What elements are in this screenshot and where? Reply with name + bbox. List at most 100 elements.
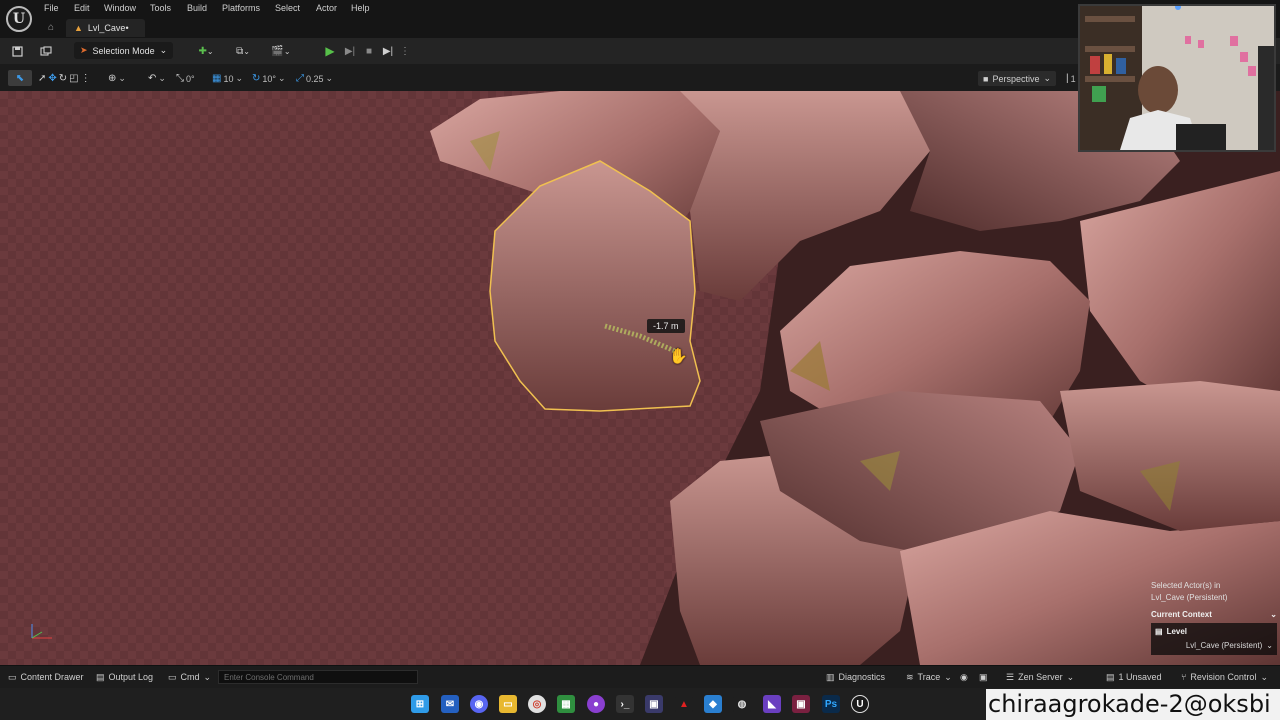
scale-icon[interactable]: ◰ [69,73,78,84]
perspective-dropdown[interactable]: ■ Perspective ⌄ [978,71,1057,86]
more-icon[interactable]: ⋮ [81,73,91,84]
record-icon[interactable]: ◉ [960,670,968,684]
app-icon[interactable]: ◍ [733,695,751,713]
selected-actor-panel: Selected Actor(s) in Lvl_Cave (Persisten… [1151,580,1277,655]
pointer-icon[interactable]: ➚ [38,73,46,84]
menu-window[interactable]: Window [104,3,136,13]
editor-icon[interactable]: ▣ [645,695,663,713]
watermark-text: chiraagrokade-2@oksbi [986,689,1280,720]
trace-icon: ≋ [906,671,914,682]
output-log-button[interactable]: ▤ Output Log [96,670,153,684]
vscode-icon[interactable]: ◆ [704,695,722,713]
mail-app-icon[interactable]: ✉ [441,695,459,713]
unsaved-icon: ▤ [1106,671,1115,682]
transform-tools: ➚ ✥ ↻ ◰ ⋮ [38,72,91,85]
current-context-header[interactable]: Current Context ⌄ [1151,608,1277,621]
chrome-icon[interactable]: ◎ [528,695,546,713]
more-icon[interactable]: ⋮ [400,43,410,59]
perspective-label: Perspective [992,73,1040,84]
revision-control-dropdown[interactable]: ⑂ Revision Control ⌄ [1181,670,1268,684]
file-explorer-icon[interactable]: ▭ [499,695,517,713]
terminal-icon[interactable]: ›_ [616,695,634,713]
app-icon[interactable]: ▣ [792,695,810,713]
save-icon[interactable] [10,43,24,59]
browse-icon[interactable] [38,43,54,59]
cmd-label: Cmd [180,672,200,682]
content-drawer-icon: ▭ [8,671,17,682]
chevron-down-icon: ⌄ [1066,671,1075,682]
visual-studio-icon[interactable]: ◣ [763,695,781,713]
tab-level-label: Lvl_Cave• [87,23,129,33]
menu-build[interactable]: Build [187,3,207,13]
selected-actor-level: Lvl_Cave (Persistent) [1151,593,1228,602]
select-tool-icon[interactable]: ⬉ [8,70,32,86]
blueprint-icon[interactable]: ⧉ ⌄ [232,43,254,59]
zen-server-dropdown[interactable]: ☰ Zen Server ⌄ [1006,670,1074,684]
unreal-logo-icon: U [6,6,32,32]
surface-snap[interactable]: ↶ ⌄ [148,72,166,85]
cinematics-icon[interactable]: 🎬 ⌄ [270,43,292,59]
photoshop-icon[interactable]: Ps [822,695,840,713]
hand-cursor-icon: ✋ [669,348,688,365]
discord-icon[interactable]: ◉ [470,695,488,713]
output-log-label: Output Log [108,672,154,682]
stop-icon[interactable]: ■ [362,43,376,59]
menu-platforms[interactable]: Platforms [222,3,260,13]
chevron-down-icon: ⌄ [1260,671,1268,682]
step-icon[interactable]: ▶| [342,43,358,59]
distance-readout: -1.7 m [647,319,685,333]
menu-file[interactable]: File [44,3,59,13]
spreadsheet-icon[interactable]: ▦ [557,695,575,713]
current-context-box: ▤ Level Lvl_Cave (Persistent) ⌄ [1151,623,1277,655]
context-level-value: Lvl_Cave (Persistent) [1185,640,1263,650]
trace-dropdown[interactable]: ≋ Trace ⌄ [906,670,952,684]
menu-select[interactable]: Select [275,3,300,13]
grid-snap-value: 10 [223,73,234,84]
level-icon: ▤ [1155,627,1163,636]
windows-start-icon[interactable]: ⊞ [411,695,429,713]
menu-tools[interactable]: Tools [150,3,171,13]
unsaved-label: 1 Unsaved [1118,672,1162,682]
angle-snap[interactable]: ↻ 10° ⌄ [252,72,286,85]
selection-mode-dropdown[interactable]: ➤ Selection Mode ⌄ [74,42,174,59]
grid-snap[interactable]: ▦ 10 ⌄ [212,72,243,85]
coordinate-system-icon[interactable]: ⊕ ⌄ [108,72,126,85]
diagnostics-icon: ▥ [826,671,835,682]
console-command-input[interactable] [218,670,418,684]
menu-edit[interactable]: Edit [74,3,90,13]
rotation-snap[interactable]: ⤡ 0° [176,72,195,85]
cmd-dropdown[interactable]: ▭ Cmd ⌄ [168,670,211,684]
home-icon[interactable]: ⌂ [48,22,54,33]
diagnostics-button[interactable]: ▥ Diagnostics [826,670,885,684]
content-drawer-button[interactable]: ▭ Content Drawer [8,670,84,684]
view-options[interactable]: | 1 [1066,72,1076,85]
view-options-value: 1 [1070,73,1076,84]
menu-actor[interactable]: Actor [316,3,337,13]
eject-icon[interactable]: ▶| [380,43,396,59]
play-icon[interactable]: ▶ [322,43,338,59]
pdf-icon[interactable]: ▲ [675,695,693,713]
content-drawer-label: Content Drawer [20,672,84,682]
translate-icon[interactable]: ✥ [48,73,56,84]
chevron-down-icon: ⌄ [159,45,168,55]
webcam-overlay [1078,4,1276,152]
server-icon: ☰ [1006,671,1015,682]
webcam-feed-image [1080,6,1274,150]
scale-snap[interactable]: ⤢ 0.25 ⌄ [296,72,333,85]
selection-mode-label: Selection Mode [92,45,155,56]
rotate-icon[interactable]: ↻ [59,73,67,84]
menu-help[interactable]: Help [351,3,370,13]
screenshot-icon[interactable]: ▣ [979,670,988,684]
rotation-snap-value: 0° [186,73,195,84]
chevron-down-icon: ⌄ [1266,640,1273,650]
level-icon: ▲ [74,23,83,33]
trace-label: Trace [917,672,941,682]
unsaved-button[interactable]: ▤ 1 Unsaved [1106,670,1162,684]
level-viewport[interactable]: -1.7 m ✋ [0,91,1280,665]
github-icon[interactable]: ● [587,695,605,713]
terminal-icon: ▭ [168,671,177,682]
tab-level[interactable]: ▲ Lvl_Cave• [66,19,145,37]
context-level-dropdown[interactable]: Lvl_Cave (Persistent) ⌄ [1155,638,1273,652]
unreal-engine-icon[interactable]: U [851,695,869,713]
add-actor-icon[interactable]: ✚ ⌄ [196,43,216,59]
